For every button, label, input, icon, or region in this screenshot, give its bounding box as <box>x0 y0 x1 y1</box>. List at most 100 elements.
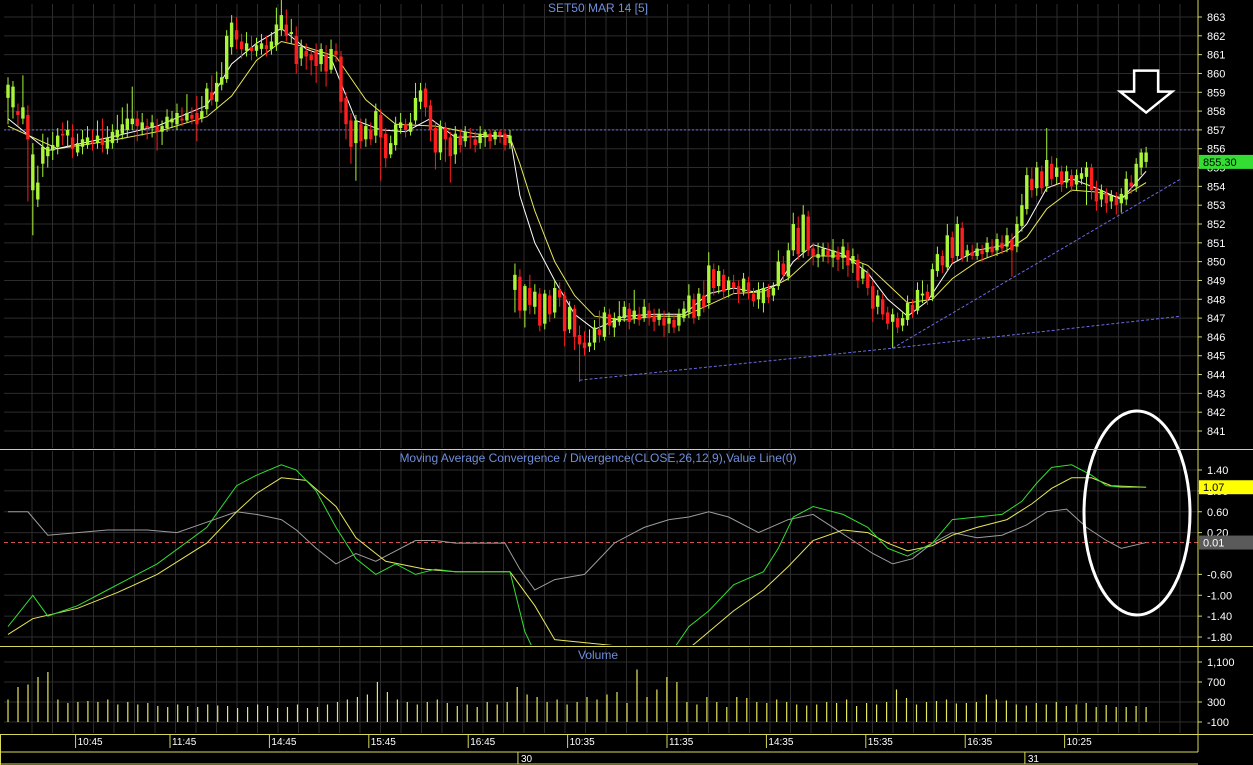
candle-body <box>1069 175 1074 187</box>
candle-body <box>175 113 179 125</box>
candle-body <box>1059 171 1064 185</box>
candle-body <box>200 111 204 119</box>
candle-body <box>647 310 651 319</box>
volume-tick-label: 700 <box>1207 677 1225 689</box>
candle-body <box>389 143 393 155</box>
candle-body <box>354 120 358 144</box>
candle-body <box>1084 167 1089 177</box>
macd-tick-label: 1.40 <box>1207 465 1228 477</box>
price-tick-label: 844 <box>1207 370 1225 382</box>
candle-body <box>518 276 522 311</box>
candle-body <box>1139 152 1143 168</box>
candle-body <box>1119 193 1123 204</box>
candle-body <box>428 105 433 130</box>
candle-body <box>135 118 139 127</box>
candle-body <box>403 124 408 130</box>
candle-body <box>1134 163 1138 187</box>
candle-body <box>413 97 418 121</box>
candle-body <box>697 293 701 317</box>
candle-body <box>344 97 348 125</box>
time-tick-label: 11:45 <box>172 737 197 748</box>
candle-body <box>65 129 70 136</box>
candle-body <box>1055 167 1059 177</box>
candle-body <box>180 118 184 121</box>
candle-body <box>408 122 413 132</box>
candle-body <box>1025 175 1029 209</box>
candle-body <box>498 131 502 136</box>
candle-body <box>1020 205 1024 226</box>
candle-body <box>394 124 398 145</box>
candle-body <box>831 250 835 258</box>
candle-body <box>85 137 90 145</box>
candle-body <box>652 316 656 322</box>
candle-body <box>1094 188 1099 202</box>
candle-body <box>945 235 949 268</box>
candle-body <box>1144 152 1148 162</box>
candle-body <box>185 113 189 121</box>
macd-tick-label: -0.60 <box>1207 569 1232 581</box>
price-tick-label: 854 <box>1207 181 1225 193</box>
candle-body <box>995 239 999 251</box>
candle-body <box>592 327 597 343</box>
candle-body <box>756 289 761 300</box>
price-tick-label: 863 <box>1207 12 1225 24</box>
candle-body <box>533 291 537 307</box>
candle-body <box>473 139 477 145</box>
candle-body <box>41 146 45 164</box>
price-tick-label: 849 <box>1207 275 1225 287</box>
macd-tick-label: -1.80 <box>1207 632 1232 644</box>
time-tick-label: 10:25 <box>1067 737 1092 748</box>
day-tick-label: 30 <box>521 754 533 765</box>
candle-body <box>717 271 721 287</box>
stock-chart: 841 842 843 844 845 846 847 848 849 850 851 852 853 8… <box>0 0 1253 765</box>
candle-body <box>463 131 467 142</box>
time-tick-label: 10:35 <box>570 737 595 748</box>
candle-body <box>1030 178 1034 191</box>
candle-body <box>56 135 60 147</box>
candle-body <box>329 49 333 70</box>
price-tick-label: 848 <box>1207 294 1225 306</box>
candle-body <box>816 254 820 258</box>
candle-body <box>468 135 472 138</box>
candle-body <box>503 133 507 145</box>
candle-body <box>746 282 751 292</box>
candle-body <box>751 293 756 302</box>
candle-body <box>597 329 602 335</box>
candle-body <box>279 15 283 31</box>
candle-body <box>980 250 984 255</box>
candle-body <box>682 308 686 319</box>
candle-body <box>905 303 910 320</box>
price-tick-label: 860 <box>1207 68 1225 80</box>
candle-body <box>438 126 443 153</box>
candle-body <box>70 137 75 149</box>
candle-body <box>254 45 259 51</box>
candle-body <box>309 54 313 61</box>
candle-body <box>612 318 616 328</box>
macd-zero-label: 0.01 <box>1203 538 1224 550</box>
candle-body <box>1104 193 1109 204</box>
candle-body <box>642 306 646 319</box>
candle-body <box>950 237 954 258</box>
day-tick-label: 31 <box>1028 754 1040 765</box>
candle-body <box>190 114 194 119</box>
candle-body <box>851 256 855 264</box>
candle-body <box>443 128 448 140</box>
candle-body <box>821 248 825 256</box>
time-tick-label: 11:35 <box>669 737 694 748</box>
candle-body <box>195 113 199 125</box>
candle-body <box>160 126 164 132</box>
candle-body <box>553 288 557 313</box>
candle-body <box>398 122 403 128</box>
candle-body <box>627 308 631 322</box>
candle-body <box>776 261 780 287</box>
candle-body <box>632 310 636 319</box>
candle-body <box>379 114 383 138</box>
candle-body <box>324 54 328 72</box>
candle-body <box>299 47 303 59</box>
candle-body <box>891 314 895 322</box>
candle-body <box>369 129 373 140</box>
candle-body <box>558 289 562 298</box>
price-tick-label: 841 <box>1207 426 1225 438</box>
candle-body <box>587 342 592 347</box>
time-tick-label: 15:35 <box>868 737 893 748</box>
